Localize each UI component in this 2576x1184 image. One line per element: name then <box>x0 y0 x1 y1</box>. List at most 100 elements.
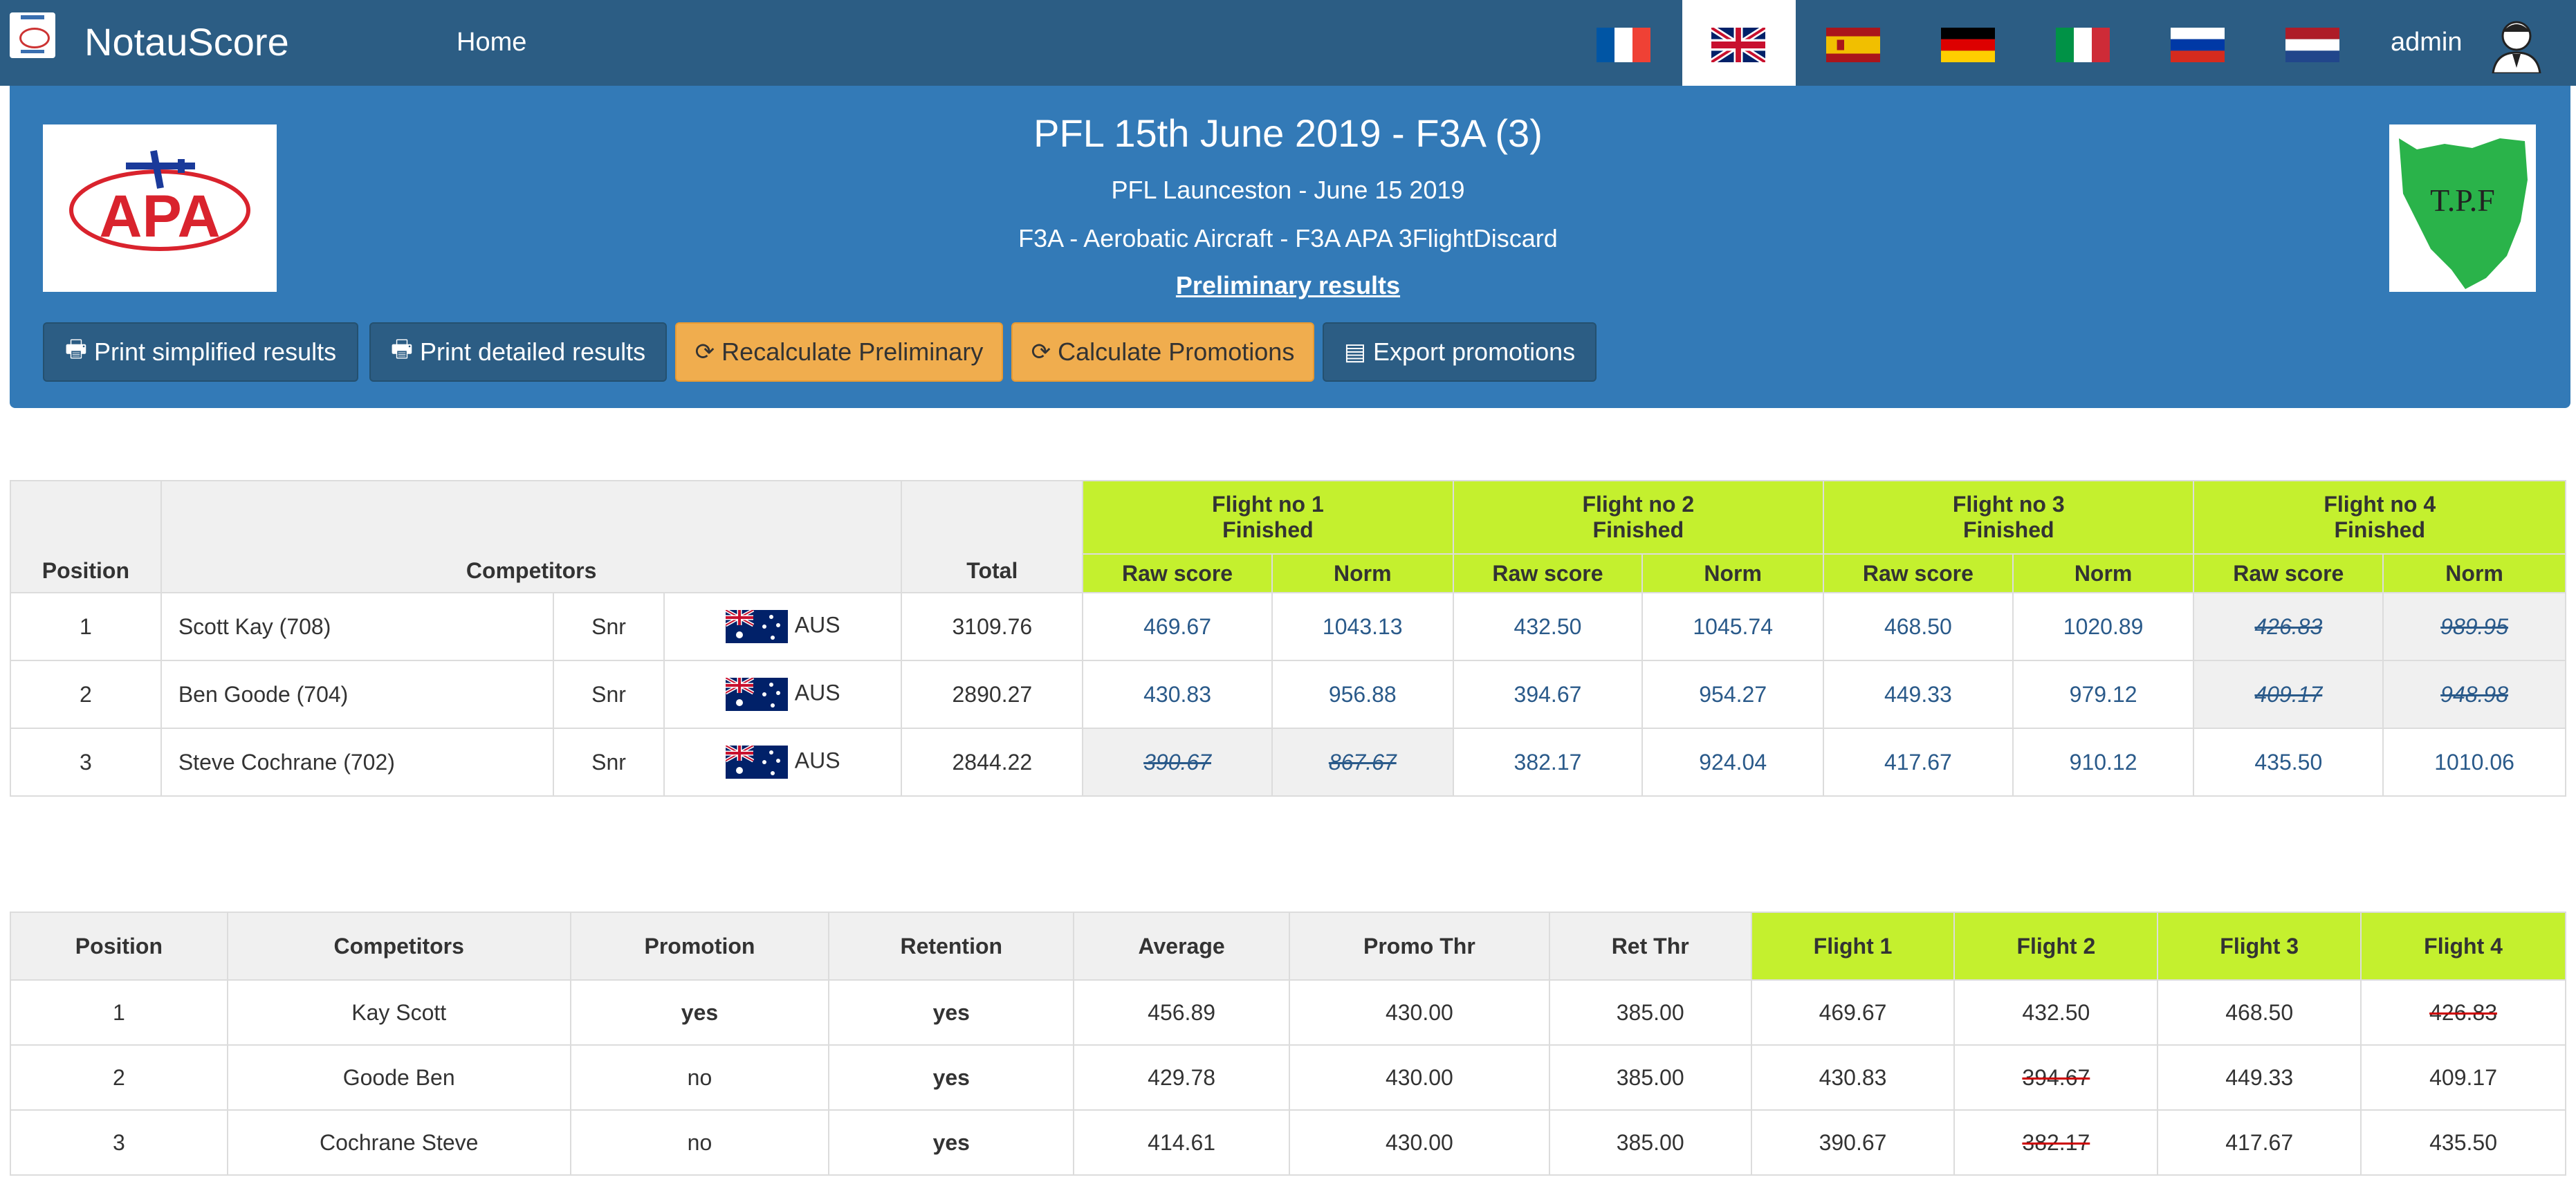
recalculate-preliminary-button[interactable]: ⟳ Recalculate Preliminary <box>675 322 1003 382</box>
class-cell: Snr <box>553 592 665 661</box>
norm-score-link[interactable]: 948.98 <box>2382 660 2566 729</box>
recalculate-label: Recalculate Preliminary <box>721 337 984 366</box>
ret-threshold-cell: 385.00 <box>1548 979 1752 1046</box>
raw-score-link[interactable]: 432.50 <box>1452 592 1644 661</box>
flight-score-cell: 426.83 <box>2360 979 2566 1046</box>
promo-threshold-cell: 430.00 <box>1289 979 1550 1046</box>
result-row: 3 Steve Cochrane (702) Snr AUS 2844.22 390.67… <box>10 728 2566 797</box>
print-detailed-button[interactable]: 🖶 Print detailed results <box>369 322 667 382</box>
raw-score-link[interactable]: 426.83 <box>2193 592 2384 661</box>
nav-home-link[interactable]: Home <box>457 28 526 57</box>
result-row: 2 Ben Goode (704) Snr AUS 2890.27 430.83 956.8… <box>10 660 2566 729</box>
calculate-promotions-label: Calculate Promotions <box>1058 337 1295 366</box>
norm-score-link[interactable]: 1010.06 <box>2382 728 2566 797</box>
norm-score-link[interactable]: 910.12 <box>2012 728 2195 797</box>
col-total: Total <box>901 480 1084 593</box>
raw-score-link[interactable]: 409.17 <box>2193 660 2384 729</box>
promotion-row: 3 Cochrane Steve no yes 414.61 430.00 385.00 39… <box>10 1109 2566 1176</box>
lang-dutch[interactable] <box>2256 0 2370 86</box>
norm-score-link[interactable]: 979.12 <box>2012 660 2195 729</box>
total-cell: 2890.27 <box>901 660 1084 729</box>
page-title: PFL 15th June 2019 - F3A (3) <box>1033 111 1543 155</box>
promo-col-header: Flight 4 <box>2360 912 2566 981</box>
calculate-promotions-button[interactable]: ⟳ Calculate Promotions <box>1011 322 1314 382</box>
lang-spanish[interactable] <box>1797 0 1911 86</box>
flight-1-status: Finished <box>1222 517 1314 542</box>
print-detailed-label: Print detailed results <box>419 337 646 366</box>
retention-cell: yes <box>828 979 1075 1046</box>
norm-score-link[interactable]: 1045.74 <box>1641 592 1825 661</box>
competitor-name: Kay Scott <box>226 979 571 1046</box>
flight-score-cell: 417.67 <box>2157 1109 2362 1176</box>
printer-icon: 🖶 <box>390 335 413 362</box>
raw-score-link[interactable]: 390.67 <box>1082 728 1273 797</box>
australia-flag-icon <box>725 678 788 711</box>
norm-score-link[interactable]: 989.95 <box>2382 592 2566 661</box>
australia-flag-icon <box>725 746 788 779</box>
col-norm: Norm <box>2382 553 2566 593</box>
raw-score-link[interactable]: 435.50 <box>2193 728 2384 797</box>
norm-score-link[interactable]: 954.27 <box>1641 660 1825 729</box>
flight-2-status: Finished <box>1592 517 1684 542</box>
col-norm: Norm <box>1271 553 1454 593</box>
promo-col-header: Competitors <box>226 912 571 981</box>
competitor-name[interactable]: Scott Kay (708) <box>160 592 555 661</box>
flight-4-label: Flight no 4 <box>2324 492 2436 517</box>
lang-italian[interactable] <box>2027 0 2140 86</box>
position-cell: 1 <box>10 979 228 1046</box>
country-code: AUS <box>794 680 840 705</box>
raw-score-link[interactable]: 449.33 <box>1823 660 2014 729</box>
col-flight-3: Flight no 3 Finished <box>1823 480 2195 555</box>
lang-russian[interactable] <box>2142 0 2255 86</box>
col-raw-score: Raw score <box>1452 553 1644 593</box>
position-cell: 3 <box>10 1109 228 1176</box>
competitor-name[interactable]: Steve Cochrane (702) <box>160 728 555 797</box>
brand-logo-icon[interactable] <box>10 12 55 58</box>
promo-col-header: Flight 3 <box>2157 912 2362 981</box>
norm-score-link[interactable]: 867.67 <box>1271 728 1454 797</box>
retention-cell: yes <box>828 1044 1075 1111</box>
russia-flag-icon <box>2171 28 2225 62</box>
user-avatar-icon[interactable] <box>2487 15 2546 73</box>
norm-score-link[interactable]: 1043.13 <box>1271 592 1454 661</box>
promotion-row: 2 Goode Ben no yes 429.78 430.00 385.00 430.83 3… <box>10 1044 2566 1111</box>
raw-score-link[interactable]: 417.67 <box>1823 728 2014 797</box>
lang-german[interactable] <box>1912 0 2025 86</box>
flight-score-cell: 432.50 <box>1953 979 2159 1046</box>
retention-cell: yes <box>828 1109 1075 1176</box>
flight-score-cell: 382.17 <box>1953 1109 2159 1176</box>
raw-score-link[interactable]: 394.67 <box>1452 660 1644 729</box>
promotion-row: 1 Kay Scott yes yes 456.89 430.00 385.00 469.67… <box>10 979 2566 1046</box>
col-raw-score: Raw score <box>1082 553 1273 593</box>
raw-score-link[interactable]: 468.50 <box>1823 592 2014 661</box>
norm-score-link[interactable]: 1020.89 <box>2012 592 2195 661</box>
col-flight-4: Flight no 4 Finished <box>2193 480 2566 555</box>
norm-score-link[interactable]: 956.88 <box>1271 660 1454 729</box>
promotion-cell: no <box>569 1109 830 1176</box>
norm-score-link[interactable]: 924.04 <box>1641 728 1825 797</box>
export-promotions-button[interactable]: ▤ Export promotions <box>1323 322 1597 382</box>
user-menu-label[interactable]: admin <box>2391 28 2463 57</box>
brand-name[interactable]: NotauScore <box>84 19 289 64</box>
position-cell: 1 <box>10 592 162 661</box>
promotion-cell: yes <box>569 979 830 1046</box>
top-navbar: NotauScore Home admin <box>0 0 2576 86</box>
lang-english[interactable] <box>1682 0 1796 86</box>
competitor-name[interactable]: Ben Goode (704) <box>160 660 555 729</box>
lang-french[interactable] <box>1567 0 1681 86</box>
promo-col-header: Average <box>1073 912 1291 981</box>
competitor-name: Cochrane Steve <box>226 1109 571 1176</box>
country-code: AUS <box>794 748 840 773</box>
preliminary-results-link[interactable]: Preliminary results <box>0 271 2576 300</box>
raw-score-link[interactable]: 430.83 <box>1082 660 1273 729</box>
flight-3-label: Flight no 3 <box>1952 492 2065 517</box>
print-simplified-button[interactable]: 🖶 Print simplified results <box>43 322 358 382</box>
raw-score-link[interactable]: 382.17 <box>1452 728 1644 797</box>
printer-icon: 🖶 <box>64 335 87 362</box>
total-cell: 3109.76 <box>901 592 1084 661</box>
promo-col-header: Promotion <box>569 912 830 981</box>
raw-score-link[interactable]: 469.67 <box>1082 592 1273 661</box>
col-norm: Norm <box>2012 553 2195 593</box>
export-promotions-label: Export promotions <box>1372 337 1576 366</box>
promo-col-header: Flight 1 <box>1750 912 1956 981</box>
